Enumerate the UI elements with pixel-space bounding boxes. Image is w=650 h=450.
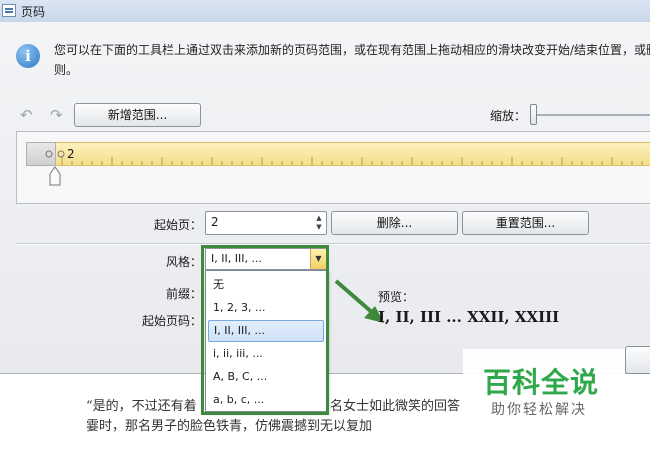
range-start-marker-icon	[45, 150, 53, 158]
style-label: 风格：	[165, 255, 202, 269]
preview-value: I, II, III ... XXII, XXIII	[378, 308, 560, 326]
reset-range-button[interactable]: 重置范围...	[462, 211, 589, 235]
ok-button[interactable]	[625, 346, 650, 374]
preview-label: 预览：	[378, 290, 415, 304]
ruler-range-label: 2	[67, 147, 75, 161]
delete-button[interactable]: 删除...	[331, 211, 458, 235]
start-page-spinbox[interactable]: 2 ▲ ▼	[205, 211, 327, 235]
range-slider-handle-icon[interactable]	[49, 166, 61, 186]
start-number-label: 起始页码：	[141, 314, 202, 328]
ruler-ticks	[45, 150, 643, 165]
start-page-value[interactable]: 2	[211, 215, 219, 229]
spin-up-icon[interactable]: ▲	[314, 214, 324, 223]
document-line-1-left: “是的，不过还有着	[86, 399, 197, 414]
document-line-2: 霎时，那名男子的脸色铁青，仿佛震撼到无以复加	[86, 419, 373, 434]
watermark: 百科全说 助你轻松解决	[463, 349, 625, 427]
watermark-main: 百科全说	[483, 366, 600, 399]
document-line-1-right: 名女士如此微笑的回答	[330, 399, 461, 414]
prefix-label: 前缀：	[165, 287, 202, 301]
watermark-sub: 助你轻松解决	[491, 402, 587, 418]
highlight-box	[201, 245, 329, 415]
start-page-label: 起始页：	[153, 218, 202, 232]
range-end-marker-icon	[57, 150, 65, 158]
spin-down-icon[interactable]: ▼	[314, 223, 324, 232]
separator	[16, 243, 650, 245]
